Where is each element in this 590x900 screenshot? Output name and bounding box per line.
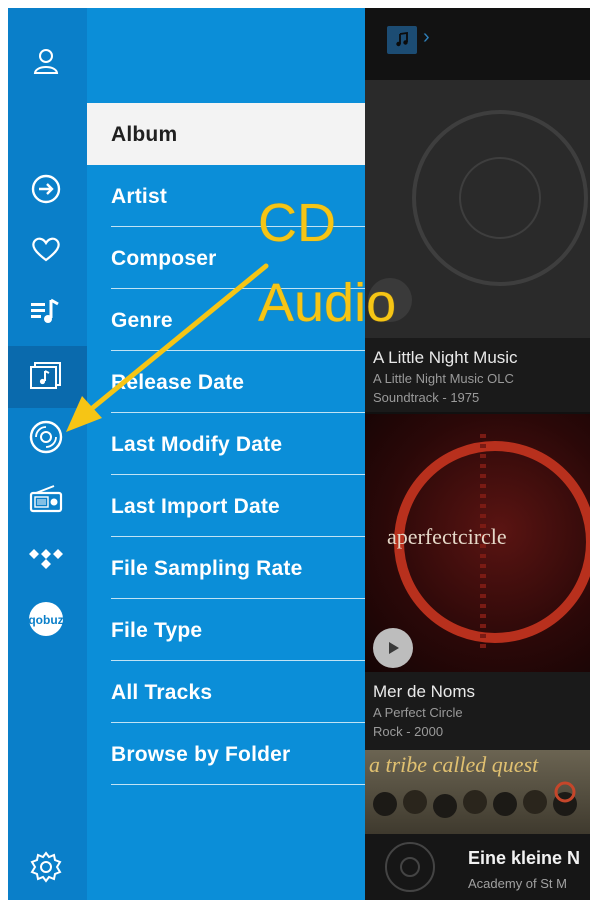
album-artist: A Little Night Music OLC [373,371,514,386]
radio-icon[interactable] [20,476,72,522]
menu-item-label: Browse by Folder [111,743,291,766]
album-top-bar: › [365,8,590,80]
now-playing-title: Eine kleine N [468,848,581,868]
menu-item-label: File Sampling Rate [111,557,303,580]
menu-item-last-import-date[interactable]: Last Import Date [87,475,365,537]
breadcrumb-chevron-icon: › [423,26,430,48]
annotation-label-line2: Audio [258,273,397,333]
music-library-icon[interactable] [20,352,72,398]
cd-placeholder-icon [385,842,435,892]
app-window: qobuz Album Artist Composer Genre Releas… [8,8,590,900]
menu-item-label: File Type [111,619,203,642]
menu-item-label: Release Date [111,371,245,394]
menu-item-file-sampling-rate[interactable]: File Sampling Rate [87,537,365,599]
menu-item-label: All Tracks [111,681,213,704]
divider [111,784,365,785]
menu-item-label: Last Import Date [111,495,280,518]
menu-item-file-type[interactable]: File Type [87,599,365,661]
album-title: Mer de Noms [373,682,476,701]
breadcrumb-music-icon[interactable] [387,26,417,54]
tidal-icon[interactable] [20,536,72,582]
menu-item-all-tracks[interactable]: All Tracks [87,661,365,723]
cd-icon[interactable] [20,414,72,460]
icon-rail: qobuz [8,8,87,900]
import-arrow-icon[interactable] [20,166,72,212]
play-button[interactable] [373,628,413,668]
settings-icon[interactable] [20,844,72,890]
annotation-label-line1: CD [258,193,336,253]
album-tile[interactable]: aperfectcircle [365,414,590,672]
qobuz-icon[interactable]: qobuz [20,596,72,642]
menu-item-album[interactable]: Album [87,103,365,165]
heart-icon[interactable] [20,226,72,272]
album-info[interactable]: A Little Night Music A Little Night Musi… [365,338,590,412]
profile-icon[interactable] [20,38,72,84]
album-panel: › A Little Night Music A Little Night Mu… [365,8,590,900]
menu-item-release-date[interactable]: Release Date [87,351,365,413]
album-genre-year: Rock - 2000 [373,724,444,739]
qobuz-logo-text: qobuz [28,613,63,627]
menu-item-label: Album [111,123,178,146]
browse-category-menu: Album Artist Composer Genre Release Date… [87,8,365,900]
album-cover-art [373,781,577,818]
album-info[interactable]: Mer de Noms A Perfect Circle Rock - 2000 [365,672,590,750]
menu-item-label: Genre [111,309,173,332]
album-artist: A Perfect Circle [373,705,463,720]
menu-item-browse-by-folder[interactable]: Browse by Folder [87,723,365,785]
now-playing-subtitle: Academy of St M [468,876,567,891]
album-genre-year: Soundtrack - 1975 [373,390,480,405]
album-title: A Little Night Music [373,348,518,367]
album-tile[interactable] [365,80,590,338]
now-playing-bar[interactable]: Eine kleine N Academy of St M [365,834,590,900]
menu-item-label: Last Modify Date [111,433,283,456]
album-tile[interactable]: a tribe called quest [365,750,590,834]
menu-item-last-modify-date[interactable]: Last Modify Date [87,413,365,475]
menu-item-label: Composer [111,247,217,270]
playlist-icon[interactable] [20,288,72,334]
menu-item-label: Artist [111,185,168,208]
cd-placeholder-icon [368,110,588,322]
album-cover-text: aperfectcircle [387,524,507,549]
